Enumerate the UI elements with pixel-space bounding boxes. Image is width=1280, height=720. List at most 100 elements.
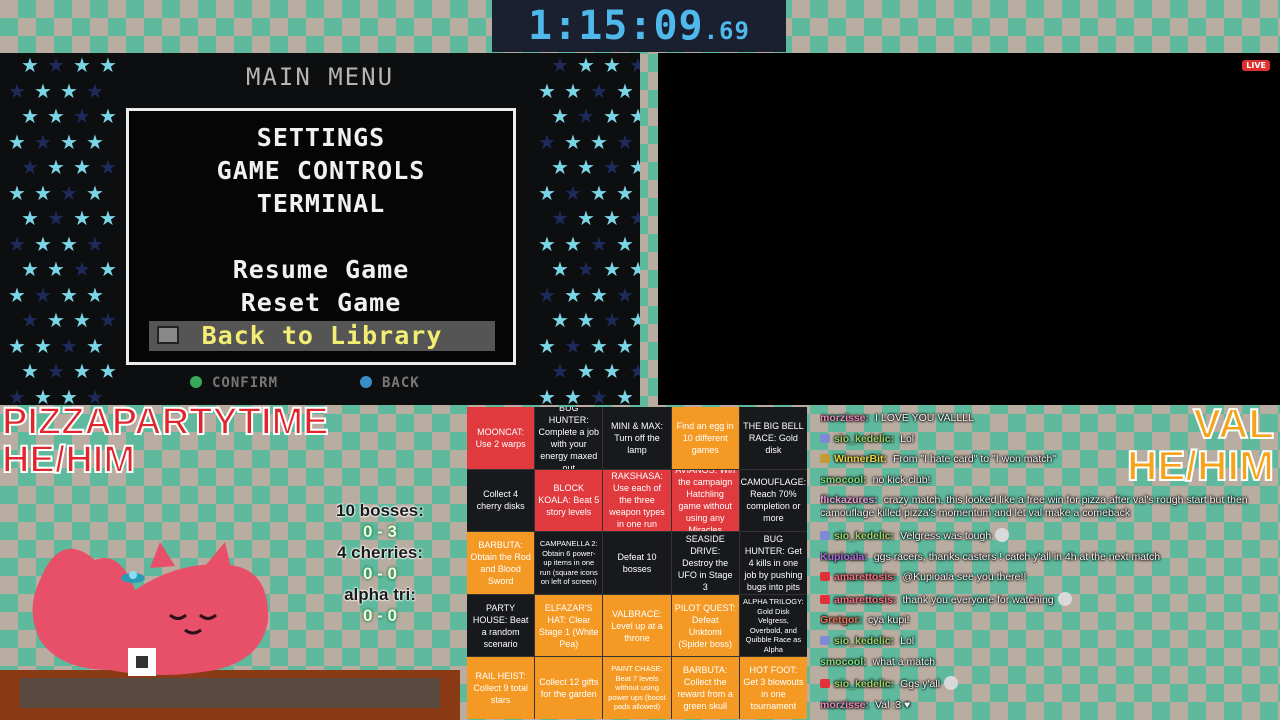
bingo-cell: RAKSHASA: Use each of the three weapon t… <box>603 469 671 532</box>
star-icon: ★ <box>629 104 640 128</box>
star-icon: ★ <box>616 333 634 358</box>
chat-username[interactable]: flickazures: <box>820 494 878 506</box>
keyboard-icon <box>157 326 179 344</box>
menu-item-back-to-library[interactable]: Back to Library <box>149 321 495 351</box>
chat-message: Kupioala: ggs racers, thanks casters ! ca… <box>820 551 1272 564</box>
chat-text: Lol <box>900 432 915 445</box>
menu-item-resume-game[interactable]: Resume Game <box>129 255 513 284</box>
chat-message: sio_kedelic: Lol <box>820 433 1272 446</box>
star-icon: ★ <box>629 257 640 281</box>
star-icon: ★ <box>603 359 621 383</box>
emote-icon <box>1057 591 1072 606</box>
star-icon: ★ <box>99 257 117 281</box>
bingo-cell: HOT FOOT: Get 3 blowouts in one tourname… <box>739 657 807 719</box>
live-badge: LIVE <box>1242 60 1270 71</box>
star-icon: ★ <box>73 155 91 179</box>
chat-username[interactable]: amarettosis: <box>834 571 896 583</box>
chat-username[interactable]: sio_kedelic: <box>834 678 894 690</box>
chat-text: thank you everyone for watching <box>902 593 1054 606</box>
confirm-hint: CONFIRM <box>190 375 278 391</box>
star-icon: ★ <box>34 231 52 256</box>
star-icon: ★ <box>603 155 621 179</box>
mascot-cat-illustration <box>0 542 460 720</box>
star-icon: ★ <box>590 282 608 307</box>
chat-text: Lol <box>900 634 915 647</box>
star-icon: ★ <box>21 206 39 230</box>
chat-badge-icon <box>820 433 830 443</box>
chat-message: sio_kedelic: Ggs y'all <box>820 676 1272 691</box>
star-icon: ★ <box>551 155 569 179</box>
star-icon: ★ <box>616 384 634 406</box>
bingo-cell: SEASIDE DRIVE: Destroy the UFO in Stage … <box>671 532 739 594</box>
star-icon: ★ <box>629 155 640 179</box>
chat-text: Val :3 ♥ <box>875 698 911 711</box>
chat-username[interactable]: smocool: <box>820 656 867 668</box>
bingo-cell: BARBUTA: Collect the reward from a green… <box>671 657 739 719</box>
menu-item-back-label: Back to Library <box>201 321 443 350</box>
star-icon: ★ <box>8 282 26 307</box>
x-button-icon <box>360 376 372 388</box>
star-icon: ★ <box>577 257 595 281</box>
chat-username[interactable]: Gretgor: <box>820 614 862 626</box>
star-icon: ★ <box>629 206 640 230</box>
bingo-cell: ELFAZAR'S HAT: Clear Stage 1 (White Pea) <box>535 594 603 657</box>
star-icon: ★ <box>73 206 91 230</box>
chat-username[interactable]: smocool: <box>820 474 867 486</box>
star-icon: ★ <box>60 333 78 358</box>
star-icon: ★ <box>577 206 595 230</box>
chat-text: no kick club! <box>872 473 931 486</box>
chat-username[interactable]: WinnerBit: <box>834 453 887 465</box>
chat-username[interactable]: morzisse: <box>820 412 869 424</box>
chat-message: Gretgor: cya kupi! <box>820 614 1272 627</box>
bingo-cell: VALBRACE: Level up at a throne <box>603 594 671 657</box>
chat-username[interactable]: Kupioala: <box>820 551 868 563</box>
chat-username[interactable]: amarettosis: <box>834 594 896 606</box>
menu-item-settings[interactable]: SETTINGS <box>129 123 513 152</box>
chat-username[interactable]: sio_kedelic: <box>834 530 894 542</box>
game-capture: ★ ★ ★ ★ ★ ★ ★ ★ ★ ★ ★ ★ ★ ★ ★ ★ ★ ★ ★ ★ ★ ★ ★ ★ ★ ★ ★ ★ ★ ★ ★ ★ ★ ★ ★ ★ ★ ★ ★ ★… <box>0 53 640 405</box>
chat-message: WinnerBit: From "I hate card" to "I won m… <box>820 453 1272 466</box>
star-icon: ★ <box>8 231 26 256</box>
star-icon: ★ <box>21 155 39 179</box>
star-icon: ★ <box>564 180 582 205</box>
bingo-board: MOONCAT: Use 2 warps BUG HUNTER: Complete… <box>467 407 807 719</box>
runner-left-name: PIZZAPARTYTIME <box>1 401 330 443</box>
chat-username[interactable]: sio_kedelic: <box>834 635 894 647</box>
game-menu-title: MAIN MENU <box>245 63 395 91</box>
menu-item-reset-game[interactable]: Reset Game <box>129 288 513 317</box>
bingo-cell: RAIL HEIST: Collect 9 total stars <box>467 657 535 719</box>
menu-item-game-controls[interactable]: GAME CONTROLS <box>129 156 513 185</box>
star-icon: ★ <box>21 359 39 383</box>
star-icon: ★ <box>616 129 634 154</box>
bingo-cell: Collect 12 gifts for the garden <box>535 657 603 719</box>
star-icon: ★ <box>8 333 26 358</box>
bingo-cell: BLOCK KOALA: Beat 5 story levels <box>535 469 603 532</box>
bingo-cell: AVIANOS: Win the campaign Hatchling game… <box>671 469 739 532</box>
star-icon: ★ <box>590 384 608 406</box>
star-icon: ★ <box>590 231 608 256</box>
star-icon: ★ <box>577 308 595 332</box>
star-icon: ★ <box>629 53 640 77</box>
bingo-cell: Collect 4 cherry disks <box>467 469 535 532</box>
bingo-cell: PARTY HOUSE: Beat a random scenario <box>467 594 535 657</box>
chat-username[interactable]: morzisse: <box>820 699 869 711</box>
star-icon: ★ <box>60 231 78 256</box>
star-icon: ★ <box>34 129 52 154</box>
chat-text: cya kupi! <box>868 614 910 627</box>
chat-message: amarettosis: thank you everyone for watch… <box>820 591 1272 607</box>
star-icon: ★ <box>551 359 569 383</box>
star-icon: ★ <box>590 78 608 103</box>
star-icon: ★ <box>616 180 634 205</box>
emote-icon <box>995 527 1010 542</box>
bingo-cell: THE BIG BELL RACE: Gold disk <box>739 407 807 469</box>
star-icon: ★ <box>616 282 634 307</box>
menu-item-terminal[interactable]: TERMINAL <box>129 189 513 218</box>
star-icon: ★ <box>590 180 608 205</box>
chat-badge-icon <box>820 594 830 604</box>
star-icon: ★ <box>564 384 582 406</box>
chat-username[interactable]: sio_kedelic: <box>834 433 894 445</box>
chat-text: Ggs y'all <box>900 678 941 691</box>
star-icon: ★ <box>86 78 104 103</box>
star-icon: ★ <box>99 53 117 77</box>
runner-left: PIZZAPARTYTIME HE/HIM <box>1 401 330 480</box>
